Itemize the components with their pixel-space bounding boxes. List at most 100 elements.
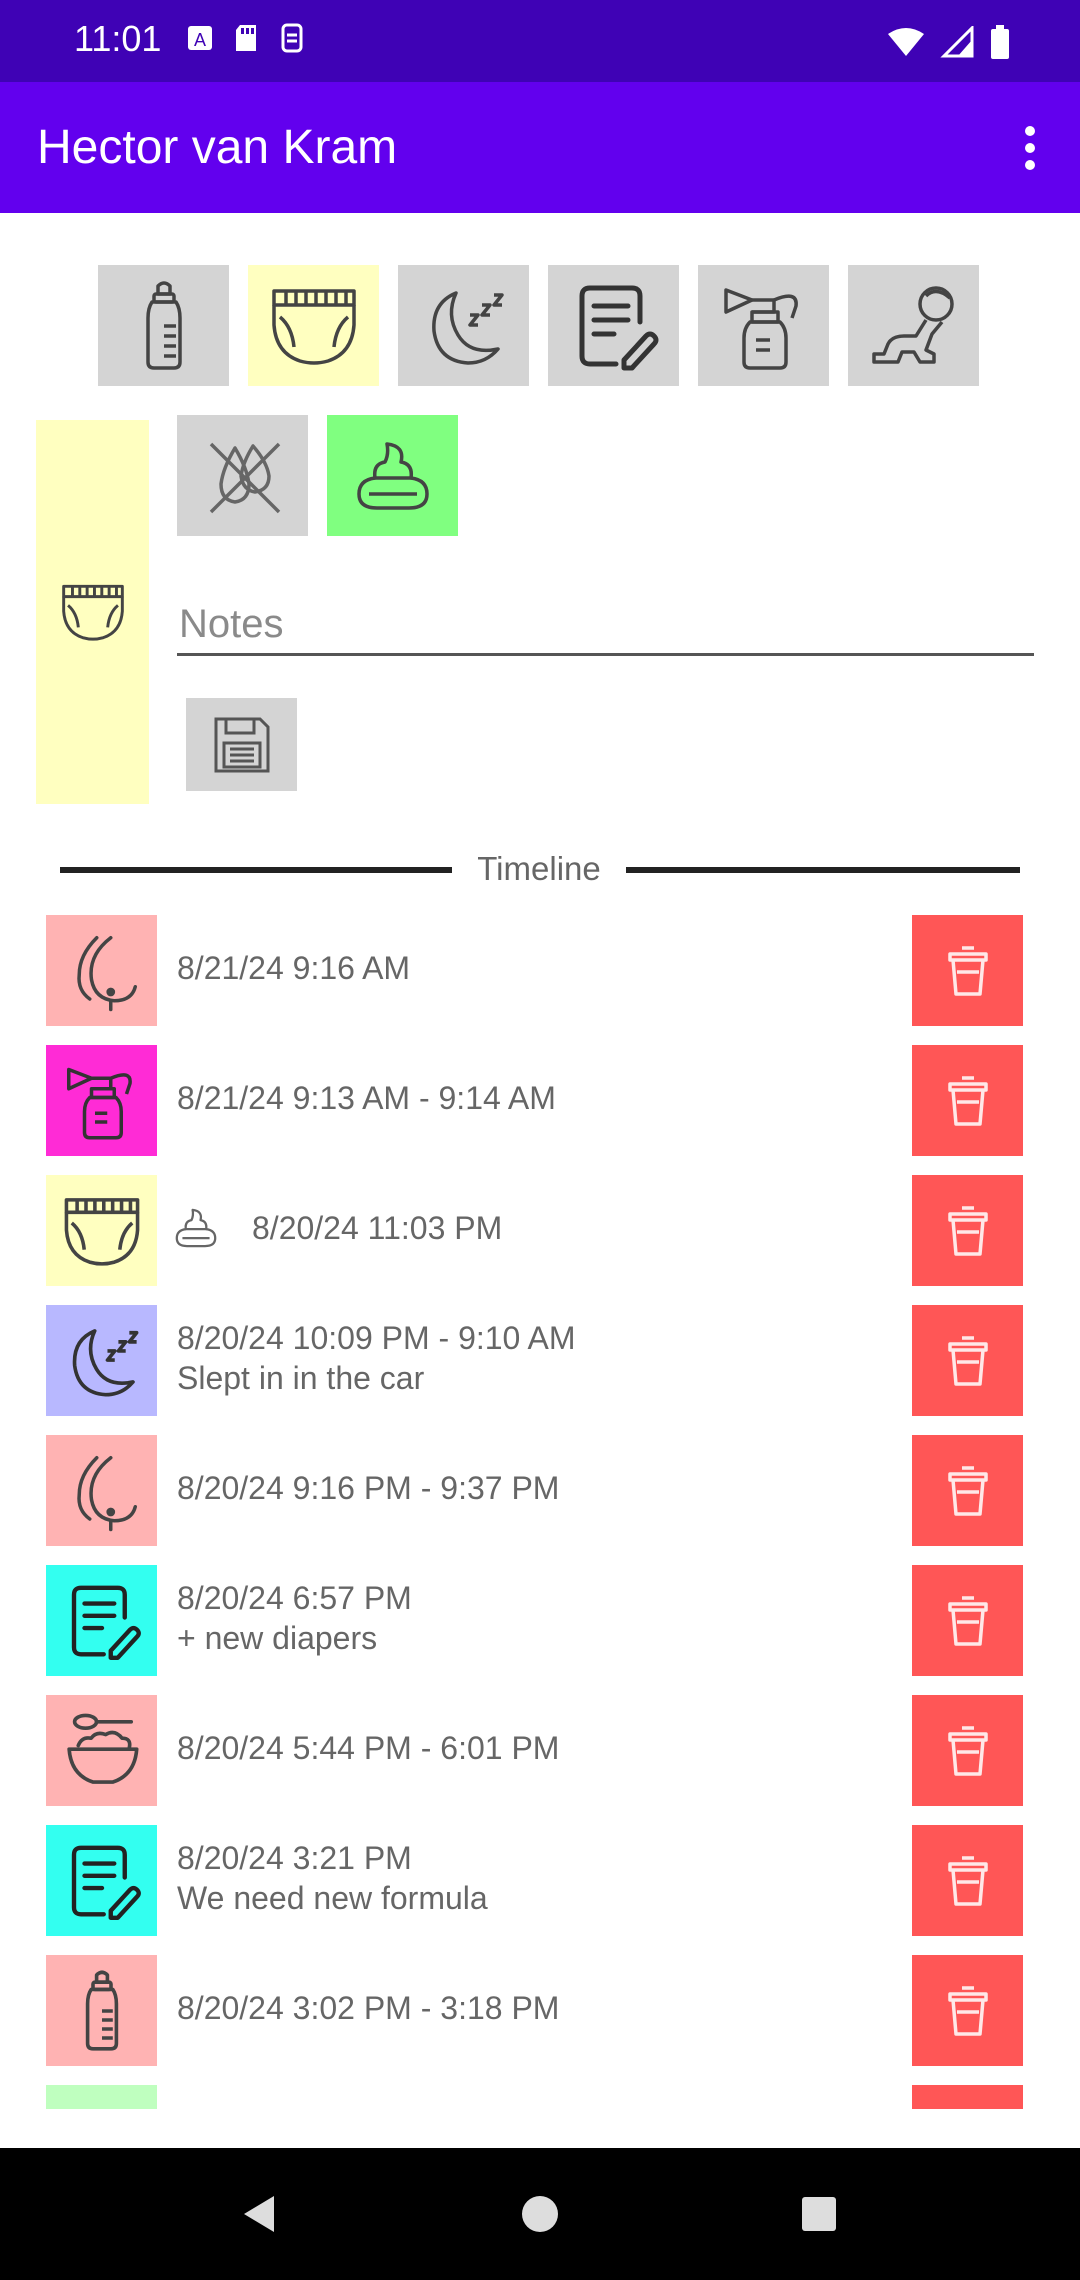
- delete-entry-button[interactable]: [912, 915, 1023, 1026]
- timeline-list[interactable]: 8/21/24 9:16 AM 8/21/24 9:13 AM - 9:14 AM…: [0, 909, 1080, 2109]
- entry-time: 8/21/24 9:16 AM: [177, 950, 411, 986]
- selected-type-panel: [36, 420, 149, 804]
- back-triangle-icon: [244, 2196, 274, 2232]
- entry-text: 8/21/24 9:13 AM - 9:14 AM: [177, 1039, 556, 1157]
- system-icons: [886, 22, 1010, 62]
- delete-entry-button[interactable]: [912, 1695, 1023, 1806]
- delete-entry-button[interactable]: [912, 1175, 1023, 1286]
- trash-icon: [947, 1855, 988, 1906]
- delete-entry-button[interactable]: [912, 1825, 1023, 1936]
- entry-text: 8/20/24 3:02 PM - 3:18 PM: [177, 1949, 559, 2067]
- timeline-entry[interactable]: 8/21/24 9:13 AM - 9:14 AM: [0, 1039, 1080, 1169]
- timeline-entry[interactable]: 8/20/24 10:09 PM - 9:10 AM Slept in in th…: [0, 1299, 1080, 1429]
- entry-time: 8/20/24 5:44 PM - 6:01 PM: [177, 1730, 560, 1766]
- overflow-menu-button[interactable]: [1000, 118, 1060, 178]
- type-bottle-button[interactable]: [98, 265, 229, 386]
- diaper-icon: [61, 584, 124, 641]
- recents-square-icon: [802, 2197, 836, 2231]
- navigation-bar: [0, 2148, 1080, 2280]
- no-wet-icon: [209, 442, 280, 513]
- trash-icon: [947, 1595, 988, 1646]
- delete-entry-button[interactable]: [912, 1565, 1023, 1676]
- diaper-icon: [271, 288, 356, 365]
- notification-icons: A: [186, 22, 306, 62]
- home-button[interactable]: [512, 2186, 568, 2242]
- entry-time: 8/20/24 10:09 PM - 9:10 AM: [177, 1320, 576, 1356]
- delete-entry-button[interactable]: [912, 1955, 1023, 2066]
- entry-note: + new diapers: [177, 1620, 378, 1656]
- more-vert-icon: [1025, 126, 1035, 170]
- type-note-button[interactable]: [548, 265, 679, 386]
- trash-icon: [947, 1075, 988, 1126]
- delete-entry-button[interactable]: [912, 2085, 1023, 2109]
- type-sleep-button[interactable]: [398, 265, 529, 386]
- sd-card-icon: [236, 25, 256, 51]
- timeline-entry[interactable]: 8/20/24 11:03 PM: [0, 1169, 1080, 1299]
- trash-icon: [947, 1725, 988, 1776]
- entry-time: 8/20/24 6:57 PM: [177, 1580, 412, 1616]
- timeline-entry[interactable]: 8/20/24 3:21 PM We need new formula: [0, 1819, 1080, 1949]
- entry-note: We need new formula: [177, 1880, 488, 1916]
- trash-icon: [947, 1335, 988, 1386]
- breast-pump-icon: [723, 287, 798, 370]
- entry-note: Slept in in the car: [177, 1360, 425, 1396]
- type-diaper-button[interactable]: [248, 265, 379, 386]
- app-bar: Hector van Kram: [0, 82, 1080, 213]
- poop-icon: [170, 1205, 222, 1251]
- trash-icon: [947, 1205, 988, 1256]
- activity-icon: [46, 2085, 157, 2109]
- delete-entry-button[interactable]: [912, 1435, 1023, 1546]
- solid-food-icon: [46, 1695, 157, 1806]
- timeline-divider-right: [626, 867, 1020, 873]
- home-circle-icon: [522, 2196, 558, 2232]
- entry-text: 8/20/24 9:16 PM - 9:37 PM: [177, 1429, 559, 1547]
- entry-time: 8/20/24 11:03 PM: [252, 1210, 503, 1246]
- svg-text:A: A: [194, 30, 206, 50]
- timeline-entry[interactable]: 8/20/24 2:13 PM - 2:37 PM: [0, 2079, 1080, 2109]
- entry-time: 8/21/24 9:13 AM - 9:14 AM: [177, 1080, 556, 1116]
- event-type-selector: [98, 265, 979, 386]
- timeline-header: Timeline: [60, 848, 1020, 892]
- timeline-entry[interactable]: 8/21/24 9:16 AM: [0, 909, 1080, 1039]
- entry-text: 8/20/24 5:44 PM - 6:01 PM: [177, 1689, 559, 1807]
- entry-text: 8/20/24 11:03 PM: [252, 1169, 502, 1287]
- note-icon: [46, 1825, 157, 1936]
- moon-sleep-icon: [431, 290, 504, 365]
- trash-icon: [947, 1465, 988, 1516]
- save-button[interactable]: [186, 698, 297, 791]
- back-button[interactable]: [232, 2186, 288, 2242]
- timeline-entry[interactable]: 8/20/24 5:44 PM - 6:01 PM: [0, 1689, 1080, 1819]
- delete-entry-button[interactable]: [912, 1045, 1023, 1156]
- notes-input[interactable]: [177, 592, 1034, 656]
- timeline-entry[interactable]: 8/20/24 9:16 PM - 9:37 PM: [0, 1429, 1080, 1559]
- entry-text: 8/20/24 3:21 PM We need new formula: [177, 1819, 488, 1937]
- entry-text: 8/20/24 10:09 PM - 9:10 AM Slept in in th…: [177, 1299, 575, 1417]
- note-icon: [46, 1565, 157, 1676]
- breastfeeding-icon: [46, 915, 157, 1026]
- status-time: 11:01: [74, 18, 162, 59]
- type-pump-button[interactable]: [698, 265, 829, 386]
- delete-entry-button[interactable]: [912, 1305, 1023, 1416]
- timeline-entry[interactable]: 8/20/24 3:02 PM - 3:18 PM: [0, 1949, 1080, 2079]
- wifi-icon: [888, 28, 924, 56]
- timeline-entry[interactable]: 8/20/24 6:57 PM + new diapers: [0, 1559, 1080, 1689]
- poop-toggle[interactable]: [327, 415, 458, 536]
- entry-time: 8/20/24 3:02 PM - 3:18 PM: [177, 1990, 560, 2026]
- diaper-icon: [46, 1175, 157, 1286]
- entry-text: 8/20/24 6:57 PM + new diapers: [177, 1559, 412, 1677]
- battery-icon: [991, 25, 1009, 59]
- type-activity-button[interactable]: [848, 265, 979, 386]
- breast-pump-icon: [46, 1045, 157, 1156]
- entry-text: 8/20/24 2:13 PM - 2:37 PM: [177, 2079, 559, 2109]
- app-title: Hector van Kram: [37, 121, 398, 174]
- trash-icon: [947, 1985, 988, 2036]
- recents-button[interactable]: [791, 2186, 847, 2242]
- sync-icon: [281, 23, 303, 53]
- poop-icon: [356, 441, 429, 510]
- entry-time: 8/20/24 9:16 PM - 9:37 PM: [177, 1470, 560, 1506]
- trash-icon: [947, 945, 988, 996]
- bottle-icon: [46, 1955, 157, 2066]
- status-bar: 11:01 A: [0, 0, 1080, 82]
- entry-time: 8/20/24 3:21 PM: [177, 1840, 412, 1876]
- no-wet-toggle[interactable]: [177, 415, 308, 536]
